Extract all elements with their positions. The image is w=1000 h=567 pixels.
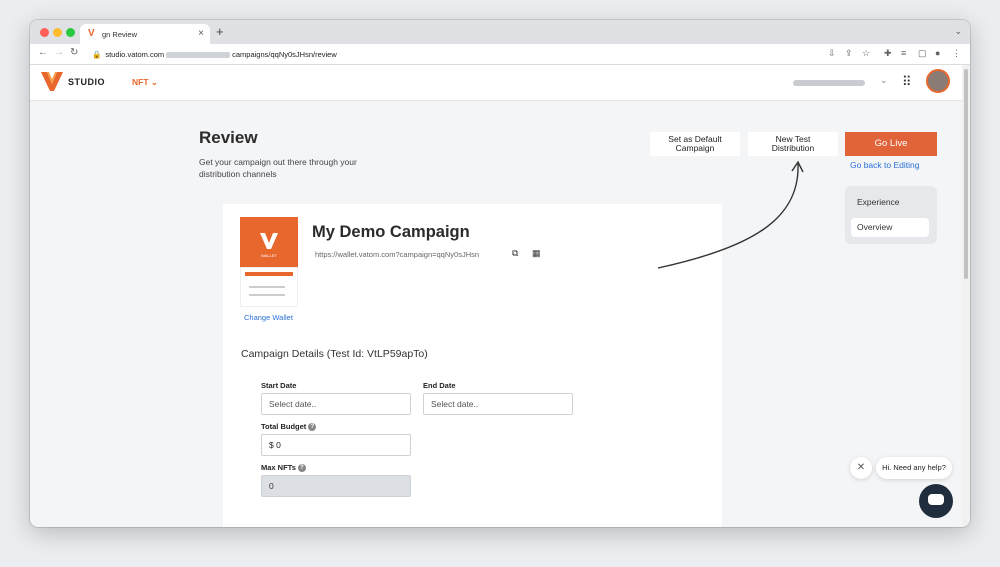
annotation-arrow <box>657 160 804 269</box>
chat-greeting-bubble[interactable]: Hi. Need any help? <box>876 457 952 479</box>
chat-launcher-button[interactable] <box>919 484 953 518</box>
browser-window: V gn Review × + ⌄ ← → ↻ 🔒 studio.vatom.co… <box>30 20 970 527</box>
chat-bubble-icon <box>928 494 944 505</box>
chat-close-button[interactable]: ✕ <box>850 457 872 479</box>
